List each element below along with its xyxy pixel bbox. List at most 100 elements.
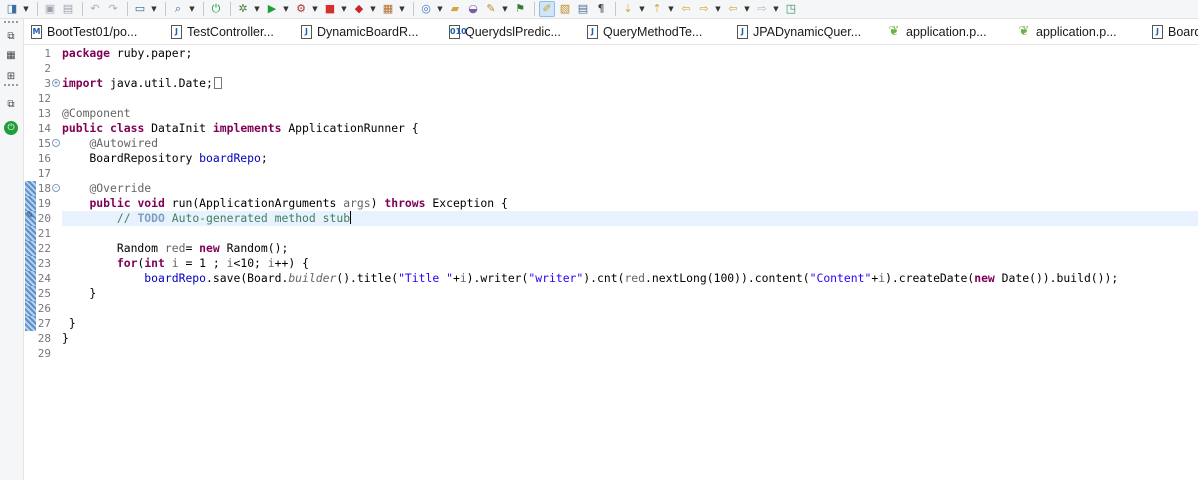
open-folder-icon[interactable]: ▰ [447, 1, 463, 17]
chevron-down-icon[interactable]: ▼ [638, 5, 646, 13]
debug-icon[interactable]: ✲ [235, 1, 251, 17]
external-tools-icon[interactable]: ⚙ [293, 1, 309, 17]
back-icon[interactable]: ⇦ [725, 1, 741, 17]
chevron-down-icon[interactable]: ▼ [369, 5, 377, 13]
chevron-down-icon[interactable]: ▼ [436, 5, 444, 13]
package-icon[interactable]: ▦ [380, 1, 396, 17]
chevron-down-icon[interactable]: ▼ [667, 5, 675, 13]
change-marker[interactable] [25, 181, 36, 196]
open-type-icon[interactable]: ◒ [465, 1, 481, 17]
redo-icon[interactable]: ↷ [105, 1, 121, 17]
chevron-down-icon[interactable]: ▼ [714, 5, 722, 13]
change-marker[interactable] [25, 301, 36, 316]
editor-tab[interactable]: M BootTest01/po... [24, 19, 164, 44]
chevron-down-icon[interactable]: ▼ [188, 5, 196, 13]
code-line[interactable]: package ruby.paper; [62, 46, 1198, 61]
pin-editor-icon[interactable]: ◳ [783, 1, 799, 17]
code-line[interactable]: // TODO Auto-generated method stub [62, 211, 1198, 226]
code-line[interactable] [62, 61, 1198, 76]
type-hierarchy-icon[interactable]: ⊞ [4, 70, 18, 84]
chevron-down-icon[interactable]: ▼ [311, 5, 319, 13]
change-marker[interactable] [25, 271, 36, 286]
prev-annotation-icon[interactable]: ⇡ [649, 1, 665, 17]
code-line[interactable] [62, 346, 1198, 361]
editor-tab[interactable]: J DynamicBoardR... [294, 19, 442, 44]
chevron-down-icon[interactable]: ▼ [772, 5, 780, 13]
new-wizard-icon[interactable]: ◎ [418, 1, 434, 17]
last-edit-icon[interactable]: ⇦ [678, 1, 694, 17]
show-source-icon[interactable]: ▤ [575, 1, 591, 17]
code-line[interactable] [62, 301, 1198, 316]
change-marker[interactable] [25, 241, 36, 256]
collapse-fold-icon[interactable]: - [52, 184, 60, 192]
code-area[interactable]: package ruby.paper; import java.util.Date… [62, 45, 1198, 480]
chevron-down-icon[interactable]: ▼ [22, 5, 30, 13]
change-marker[interactable] [25, 226, 36, 241]
editor-tab[interactable]: J JPADynamicQuer... [730, 19, 880, 44]
collapse-fold-icon[interactable]: - [52, 139, 60, 147]
code-line[interactable]: Random red= new Random(); [62, 241, 1198, 256]
trim-handle[interactable] [4, 84, 18, 86]
collapsed-imports-box[interactable] [213, 77, 222, 89]
restore-icon[interactable]: ⧉ [4, 98, 18, 112]
code-line[interactable]: } [62, 286, 1198, 301]
block-selection-icon[interactable]: ▧ [557, 1, 573, 17]
change-marker[interactable] [25, 196, 36, 211]
code-line[interactable]: BoardRepository boardRepo; [62, 151, 1198, 166]
run-icon[interactable]: ▶ [264, 1, 280, 17]
chevron-down-icon[interactable]: ▼ [340, 5, 348, 13]
next-annotation-icon[interactable]: ⇣ [620, 1, 636, 17]
servers-icon[interactable]: ⏻ [4, 121, 18, 135]
code-editor[interactable]: 123+12131415-161718-19202122232425262728… [24, 45, 1198, 480]
chevron-down-icon[interactable]: ▼ [501, 5, 509, 13]
code-line[interactable]: import java.util.Date; [62, 76, 1198, 91]
code-line[interactable]: } [62, 316, 1198, 331]
forward-icon[interactable]: ⇨ [754, 1, 770, 17]
change-marker[interactable] [25, 286, 36, 301]
run-server-icon[interactable]: ⏻ [208, 1, 224, 17]
save-icon[interactable]: ▣ [42, 1, 58, 17]
editor-tab[interactable]: ❦ application.p... [880, 19, 1010, 44]
chevron-down-icon[interactable]: ▼ [150, 5, 158, 13]
code-line[interactable]: @Autowired [62, 136, 1198, 151]
change-marker[interactable] [25, 316, 36, 331]
code-line[interactable]: public class DataInit implements Applica… [62, 121, 1198, 136]
terminal-icon[interactable]: ▭ [132, 1, 148, 17]
editor-tab-bar: M BootTest01/po... J TestController... J Dyna… [24, 19, 1198, 45]
launch-icon[interactable]: ◆ [351, 1, 367, 17]
code-line[interactable] [62, 166, 1198, 181]
new-icon[interactable]: ◨ [4, 1, 20, 17]
code-line[interactable]: for(int i = 1 ; i<10; i++) { [62, 256, 1198, 271]
editor-tab[interactable]: J Board [1145, 19, 1198, 44]
code-line[interactable]: boardRepo.save(Board.builder().title("Ti… [62, 271, 1198, 286]
change-marker[interactable] [25, 211, 36, 226]
editor-tab[interactable]: J QueryMethodTe... [580, 19, 730, 44]
pin-icon[interactable]: ⚑ [512, 1, 528, 17]
code-line[interactable]: } [62, 331, 1198, 346]
code-line[interactable] [62, 226, 1198, 241]
code-line[interactable]: @Component [62, 106, 1198, 121]
stop-icon[interactable]: ■ [322, 1, 338, 17]
editor-tab[interactable]: 010 QuerydslPredic... [442, 19, 580, 44]
code-line[interactable]: public void run(ApplicationArguments arg… [62, 196, 1198, 211]
chevron-down-icon[interactable]: ▼ [398, 5, 406, 13]
back-forward-icon[interactable]: ⇨ [696, 1, 712, 17]
chevron-down-icon[interactable]: ▼ [253, 5, 261, 13]
chevron-down-icon[interactable]: ▼ [743, 5, 751, 13]
whitespace-icon[interactable]: ¶ [593, 1, 609, 17]
expand-fold-icon[interactable]: + [52, 79, 60, 87]
change-marker[interactable] [25, 256, 36, 271]
open-task-icon[interactable]: ✎ [483, 1, 499, 17]
search-icon[interactable]: ⌕ [170, 1, 186, 17]
editor-tab[interactable]: J TestController... [164, 19, 294, 44]
package-explorer-icon[interactable]: ▦ [4, 49, 18, 63]
chevron-down-icon[interactable]: ▼ [282, 5, 290, 13]
undo-icon[interactable]: ↶ [87, 1, 103, 17]
editor-tab[interactable]: ❦ application.p... [1010, 19, 1145, 44]
mark-occurrences-icon[interactable]: ✐ [539, 1, 555, 17]
save-all-icon[interactable]: ▤ [60, 1, 76, 17]
restore-icon[interactable]: ⧉ [4, 30, 18, 44]
code-line[interactable] [62, 91, 1198, 106]
trim-handle[interactable] [4, 21, 18, 23]
code-line[interactable]: @Override [62, 181, 1198, 196]
